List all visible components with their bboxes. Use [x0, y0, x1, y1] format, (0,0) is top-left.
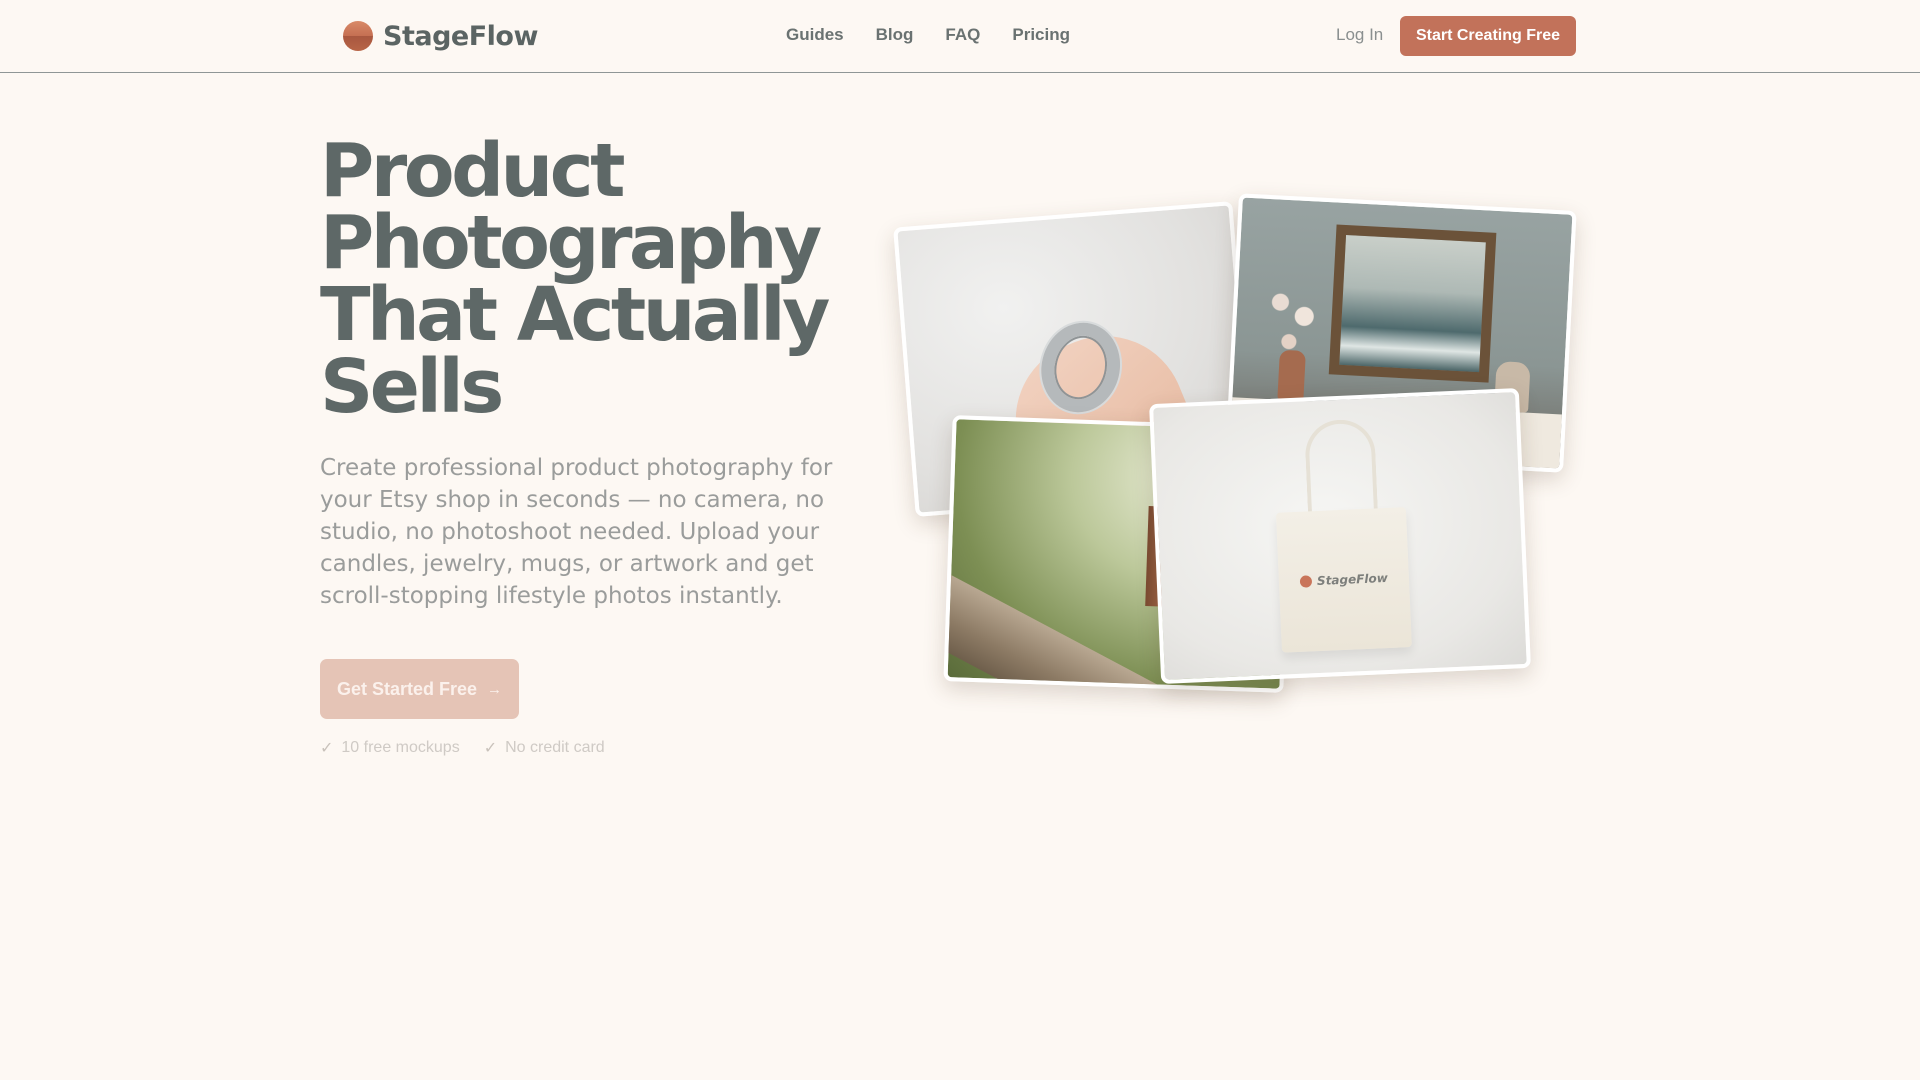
nav-link-pricing[interactable]: Pricing: [1012, 25, 1070, 45]
tote-logo-text: StageFlow: [1316, 570, 1389, 589]
perk-label: 10 free mockups: [341, 739, 460, 756]
brand-name: StageFlow: [383, 20, 538, 52]
site-header: StageFlow Guides Blog FAQ Pricing Log In…: [0, 0, 1920, 73]
framed-painting: [1328, 224, 1497, 383]
nav-link-blog[interactable]: Blog: [876, 25, 914, 45]
logo-mark-icon: [1299, 575, 1313, 588]
login-link[interactable]: Log In: [1336, 25, 1383, 45]
hero-subtitle: Create professional product photography …: [320, 455, 833, 609]
tote-bag: StageFlow: [1275, 507, 1412, 653]
perk-list: ✓ 10 free mockups ✓ No credit card: [320, 738, 629, 758]
hero-title-line: Sells: [320, 344, 504, 430]
check-icon: ✓: [320, 740, 334, 757]
get-started-label: Get Started Free: [336, 678, 478, 699]
brand-logo[interactable]: StageFlow: [343, 19, 538, 53]
perk-label: No credit card: [505, 739, 605, 756]
perk-item: ✓ 10 free mockups: [320, 738, 460, 758]
arrow-right-icon: →: [487, 680, 503, 698]
hero-title: Product Photography That Actually Sells: [320, 134, 860, 424]
nav-link-faq[interactable]: FAQ: [945, 25, 980, 45]
tote-bag-photo: StageFlow: [1149, 388, 1531, 684]
perk-item: ✓ No credit card: [484, 738, 605, 758]
main-nav: Guides Blog FAQ Pricing: [786, 25, 1102, 45]
vase-shape: [1277, 349, 1306, 401]
get-started-button[interactable]: Get Started Free →: [320, 659, 519, 719]
logo-mark-icon: [343, 21, 373, 51]
check-icon: ✓: [483, 740, 498, 757]
nav-link-guides[interactable]: Guides: [786, 25, 844, 45]
start-creating-button[interactable]: Start Creating Free: [1400, 16, 1576, 56]
